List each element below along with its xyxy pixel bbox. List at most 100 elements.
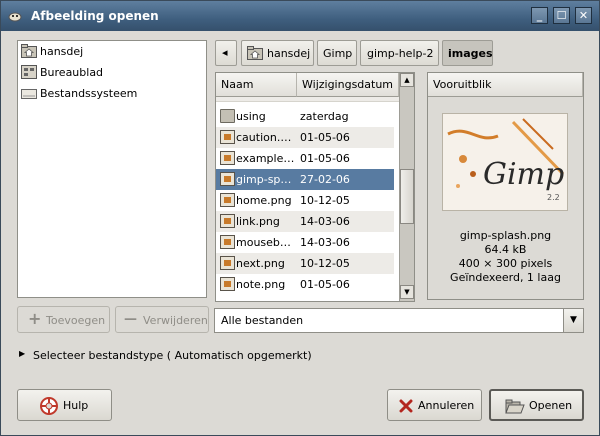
open-button[interactable]: Openen	[489, 389, 584, 421]
file-name: link.png	[236, 215, 280, 228]
image-file-icon	[220, 235, 235, 249]
image-file-icon	[220, 256, 235, 270]
file-date: 27-02-06	[300, 173, 350, 186]
image-file-icon	[220, 151, 235, 165]
minimize-button[interactable]: _	[531, 7, 548, 24]
cancel-label: Annuleren	[418, 399, 475, 412]
scroll-thumb[interactable]	[400, 169, 414, 224]
file-name: note.png	[236, 278, 286, 291]
place-label: Bureaublad	[40, 66, 104, 79]
open-label: Openen	[529, 399, 573, 412]
file-filter-combo[interactable]: Alle bestanden ▼	[214, 308, 584, 333]
path-crumb-gimp[interactable]: Gimp	[317, 40, 357, 66]
add-bookmark-label: Toevoegen	[46, 314, 106, 327]
window-title: Afbeelding openen	[31, 9, 159, 23]
file-date: 01-05-06	[300, 131, 350, 144]
remove-bookmark-button[interactable]: — Verwijderen	[115, 306, 209, 333]
svg-text:Gimp: Gimp	[483, 157, 564, 192]
home-folder-icon	[247, 46, 263, 60]
gimp-app-icon[interactable]	[7, 8, 23, 24]
minus-icon: —	[124, 312, 137, 327]
preview-header-label: Vooruitblik	[433, 78, 492, 91]
preview-info: gimp-splash.png 64.4 kB 400 × 300 pixels…	[428, 229, 583, 285]
file-row[interactable]: caution.… 01-05-06	[216, 127, 394, 148]
file-list-scrollbar[interactable]: ▲ ▼	[399, 73, 414, 301]
add-bookmark-button[interactable]: + Toevoegen	[17, 306, 110, 333]
preview-pane: Vooruitblik Gimp 2.2 gimp-splash.png 64.…	[427, 72, 584, 300]
image-file-icon	[220, 130, 235, 144]
preview-layer-info: Geïndexeerd, 1 laag	[450, 271, 561, 284]
file-row[interactable]: link.png 14-03-06	[216, 211, 394, 232]
file-date: zaterdag	[300, 110, 349, 123]
path-crumb-images[interactable]: images	[442, 40, 493, 66]
file-name: home.png	[236, 194, 292, 207]
cancel-x-icon	[399, 399, 413, 413]
filetype-expander[interactable]: ▶ Selecteer bestandstype ( Automatisch o…	[19, 349, 319, 365]
partial-row	[216, 97, 399, 102]
preview-filesize: 64.4 kB	[484, 243, 527, 256]
scroll-up-button[interactable]: ▲	[400, 73, 414, 87]
close-button[interactable]: ✕	[575, 7, 592, 24]
path-crumb-hansdej[interactable]: hansdej	[241, 40, 314, 66]
path-crumb-label: Gimp	[323, 47, 353, 60]
file-name: caution.…	[236, 131, 292, 144]
place-item-desktop[interactable]: Bureaublad	[20, 63, 210, 83]
place-label: Bestandssysteem	[40, 87, 138, 100]
image-file-icon	[220, 193, 235, 207]
maximize-button[interactable]: ☐	[553, 7, 570, 24]
file-name: mouseb…	[236, 236, 291, 249]
file-date: 01-05-06	[300, 278, 350, 291]
file-name: next.png	[236, 257, 285, 270]
path-crumb-label: gimp-help-2	[367, 47, 434, 60]
desktop-icon	[21, 65, 37, 79]
lifebuoy-icon	[40, 397, 58, 415]
column-header-label: Naam	[221, 78, 254, 91]
path-back-button[interactable]: ◂	[215, 40, 237, 66]
dropdown-arrow-icon[interactable]: ▼	[563, 309, 583, 332]
preview-thumbnail: Gimp 2.2	[442, 113, 568, 211]
place-item-home[interactable]: hansdej	[20, 42, 210, 62]
file-filter-value: Alle bestanden	[221, 314, 304, 327]
image-file-icon	[220, 277, 235, 291]
file-date: 14-03-06	[300, 236, 350, 249]
title-bar[interactable]: Afbeelding openen _ ☐ ✕	[1, 1, 599, 31]
left-arrow-icon: ◂	[222, 46, 228, 59]
preview-header: Vooruitblik	[428, 73, 583, 97]
file-date: 10-12-05	[300, 194, 350, 207]
places-sidebar: hansdej Bureaublad Bestandssysteem	[17, 40, 207, 298]
file-row[interactable]: next.png 10-12-05	[216, 253, 394, 274]
place-item-filesystem[interactable]: Bestandssysteem	[20, 84, 210, 104]
file-row-selected[interactable]: gimp-sp… 27-02-06	[216, 169, 394, 190]
help-button[interactable]: Hulp	[17, 389, 112, 421]
cancel-button[interactable]: Annuleren	[387, 389, 482, 421]
svg-text:2.2: 2.2	[547, 193, 560, 202]
file-row[interactable]: note.png 01-05-06	[216, 274, 394, 295]
file-row[interactable]: example… 01-05-06	[216, 148, 394, 169]
file-date: 01-05-06	[300, 152, 350, 165]
file-row[interactable]: mouseb… 14-03-06	[216, 232, 394, 253]
open-folder-icon	[505, 399, 525, 414]
file-date: 14-03-06	[300, 215, 350, 228]
preview-filename: gimp-splash.png	[459, 229, 552, 242]
scroll-down-button[interactable]: ▼	[400, 285, 414, 299]
help-label: Hulp	[63, 399, 89, 412]
remove-bookmark-label: Verwijderen	[143, 314, 208, 327]
file-date: 10-12-05	[300, 257, 350, 270]
home-folder-icon	[21, 44, 37, 58]
file-name: gimp-sp…	[236, 173, 292, 186]
path-crumb-gimp-help-2[interactable]: gimp-help-2	[360, 40, 439, 66]
file-name: example…	[236, 152, 294, 165]
folder-icon	[220, 109, 235, 123]
column-header-name[interactable]: Naam	[216, 73, 297, 97]
file-list: Naam Wijzigingsdatum using zaterdag caut…	[215, 72, 415, 302]
open-image-dialog: Afbeelding openen _ ☐ ✕ hansdej Bureaubl…	[0, 0, 600, 436]
path-crumb-label: images	[448, 47, 493, 60]
column-header-date[interactable]: Wijzigingsdatum	[297, 73, 399, 97]
file-row[interactable]: home.png 10-12-05	[216, 190, 394, 211]
column-header-label: Wijzigingsdatum	[302, 78, 394, 91]
filetype-expander-label: Selecteer bestandstype ( Automatisch opg…	[33, 349, 312, 362]
expander-triangle-icon: ▶	[19, 349, 26, 358]
gimp-splash-image: Gimp 2.2	[443, 114, 567, 210]
file-row[interactable]: using zaterdag	[216, 106, 394, 127]
plus-icon: +	[28, 309, 42, 328]
